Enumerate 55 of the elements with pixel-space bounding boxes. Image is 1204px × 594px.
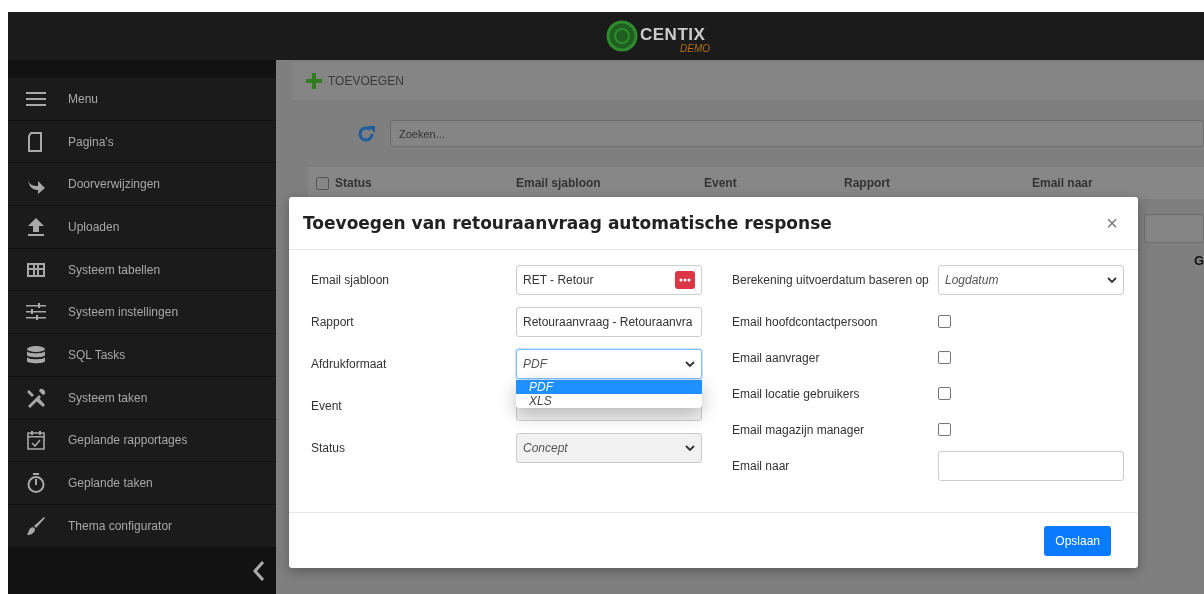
sliders-icon	[26, 302, 46, 323]
column-header: Email sjabloon	[516, 176, 601, 190]
checkbox[interactable]	[938, 351, 951, 364]
logo-icon	[606, 20, 638, 52]
tools-icon	[26, 387, 46, 408]
field-label: Email sjabloon	[311, 272, 391, 287]
input-field[interactable]: Retouraanvraag - Retouraanvra	[516, 307, 702, 337]
field-label: Afdrukformaat	[311, 356, 388, 371]
column-header: G	[1192, 253, 1204, 268]
sidebar-item[interactable]: Menu	[8, 78, 276, 121]
dropdown-option[interactable]: XLS	[516, 394, 702, 408]
input-field[interactable]: RET - Retour	[516, 265, 702, 295]
search-field[interactable]: Zoeken...	[390, 120, 1204, 147]
filter-field[interactable]	[1144, 214, 1204, 243]
brush-icon	[26, 515, 46, 536]
calendar-icon	[26, 430, 46, 451]
dialog-title: Toevoegen van retouraanvraag automatische response	[303, 213, 832, 233]
column-header: Event	[704, 176, 737, 190]
sidebar-item[interactable]: Pagina's	[8, 120, 276, 164]
sidebar-item[interactable]: Systeem tabellen	[8, 248, 276, 292]
sidebar-item[interactable]: Geplande taken	[8, 462, 276, 505]
column-header: Status	[335, 176, 372, 190]
field-label: Email hoofdcontactpersoon	[732, 314, 879, 329]
select-field[interactable]: Logdatum	[938, 265, 1124, 295]
logo: CENTIX DEMO	[606, 16, 726, 56]
plus-icon	[306, 73, 322, 89]
save-button[interactable]: Opslaan	[1044, 525, 1111, 556]
chevron-down-icon	[1107, 276, 1117, 284]
more-icon[interactable]	[675, 271, 695, 289]
chevron-down-icon	[685, 444, 695, 452]
checkbox[interactable]	[938, 387, 951, 400]
stopwatch-icon	[26, 473, 46, 494]
field-label: Email aanvrager	[732, 350, 821, 365]
database-icon	[26, 344, 46, 365]
collapse-icon[interactable]	[252, 559, 266, 582]
sidebar-item[interactable]: Uploaden	[8, 206, 276, 249]
field-label: Berekening uitvoerdatum baseren op	[732, 272, 930, 287]
field-label: Email locatie gebruikers	[732, 386, 861, 401]
field-label: Email magazijn manager	[732, 422, 866, 437]
sidebar-item[interactable]: Systeem instellingen	[8, 291, 276, 335]
field-label: Rapport	[311, 314, 355, 329]
field-label: Email naar	[732, 458, 791, 473]
field-label: Status	[311, 440, 347, 455]
chevron-down-icon	[685, 360, 695, 368]
column-header: Email naar	[1032, 176, 1093, 190]
checkbox[interactable]	[938, 423, 951, 436]
input-field[interactable]	[938, 451, 1124, 481]
column-header: Rapport	[844, 176, 890, 190]
field-label: Event	[311, 398, 343, 413]
sidebar-item[interactable]: Geplande rapportages	[8, 419, 276, 463]
select-all-checkbox[interactable]	[316, 176, 329, 190]
checkbox[interactable]	[938, 315, 951, 328]
upload-icon	[26, 216, 46, 237]
close-button[interactable]: ×	[1100, 211, 1124, 235]
sidebar-item[interactable]: SQL Tasks	[8, 334, 276, 377]
